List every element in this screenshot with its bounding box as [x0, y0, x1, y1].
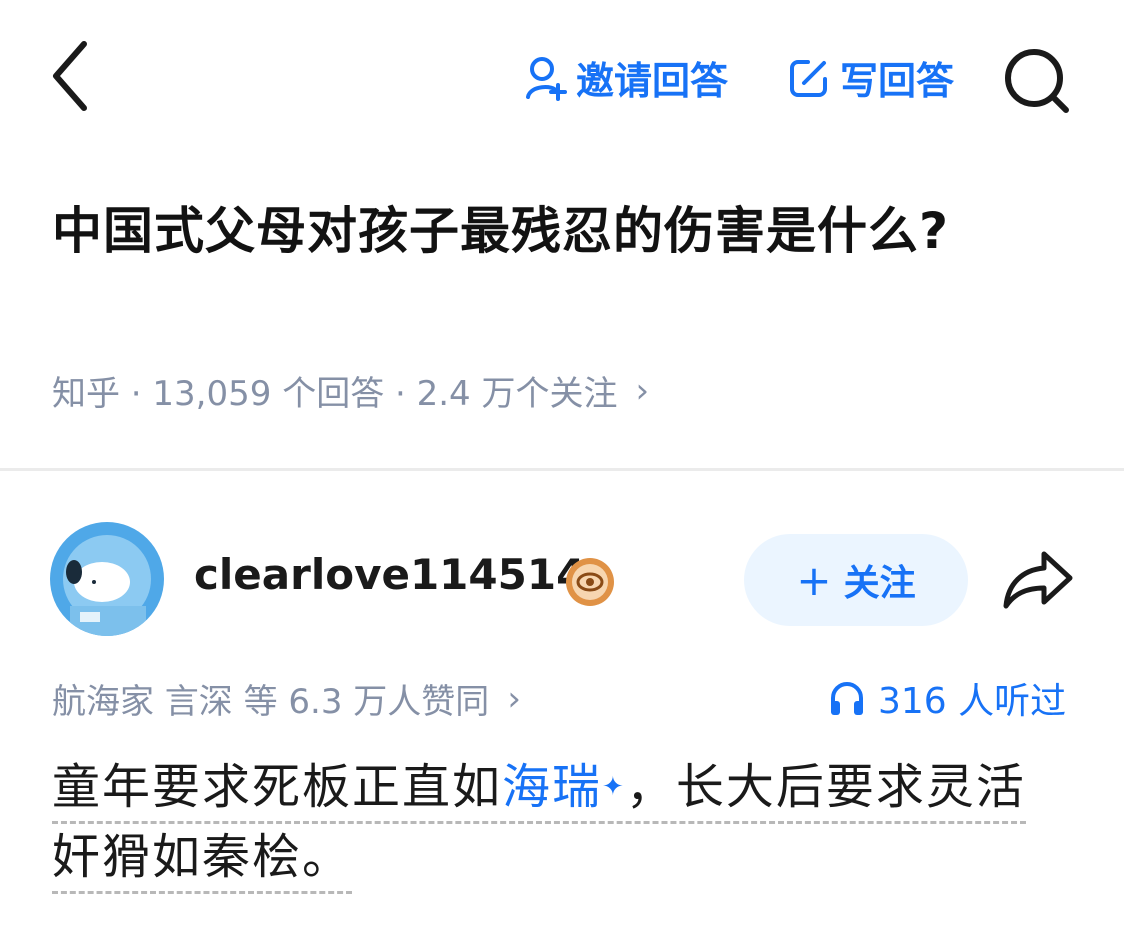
sparkle-icon: ✦ [602, 772, 626, 802]
invite-user-icon [526, 56, 567, 101]
search-icon[interactable] [1000, 44, 1072, 116]
badge-icon[interactable] [564, 556, 616, 608]
question-meta[interactable]: 知乎 · 13,059 个回答 · 2.4 万个关注 › [52, 366, 649, 415]
back-icon[interactable] [44, 36, 100, 116]
avatar[interactable] [50, 522, 164, 636]
question-title[interactable]: 中国式父母对孩子最残忍的伤害是什么? [52, 190, 1032, 272]
keyword-link[interactable]: 海瑞 [502, 759, 602, 815]
listen-count[interactable]: 316 人听过 [828, 672, 1066, 724]
listen-count-text: 316 人听过 [878, 681, 1067, 722]
chevron-right-icon: › [507, 678, 521, 719]
share-icon[interactable] [1000, 548, 1076, 612]
vote-summary-text: 航海家 言深 等 6.3 万人赞同 [52, 682, 490, 722]
plus-icon: + [796, 555, 832, 605]
invite-answer-label: 邀请回答 [576, 59, 729, 103]
section-divider [0, 468, 1124, 471]
author-name[interactable]: clearlove114514 [194, 550, 585, 599]
answer-body[interactable]: 童年要求死板正直如海瑞✦，长大后要求灵活奸猾如秦桧。 [52, 752, 1062, 894]
vote-summary[interactable]: 航海家 言深 等 6.3 万人赞同 › [52, 674, 521, 723]
follow-label: 关注 [843, 563, 916, 604]
answer-text-pre: 童年要求死板正直如 [52, 759, 503, 815]
write-answer-button[interactable]: 写回答 [788, 50, 954, 105]
answer-text: 童年要求死板正直如海瑞✦，长大后要求灵活奸猾如秦桧。 [52, 759, 1026, 894]
follow-button[interactable]: + 关注 [744, 534, 968, 626]
edit-icon [790, 59, 827, 97]
invite-answer-button[interactable]: 邀请回答 [524, 50, 728, 105]
chevron-right-icon: › [635, 370, 650, 411]
headphones-icon [831, 682, 863, 715]
top-bar: 邀请回答 写回答 [0, 0, 1124, 150]
write-answer-label: 写回答 [840, 59, 955, 103]
question-meta-text: 知乎 · 13,059 个回答 · 2.4 万个关注 [52, 374, 618, 414]
